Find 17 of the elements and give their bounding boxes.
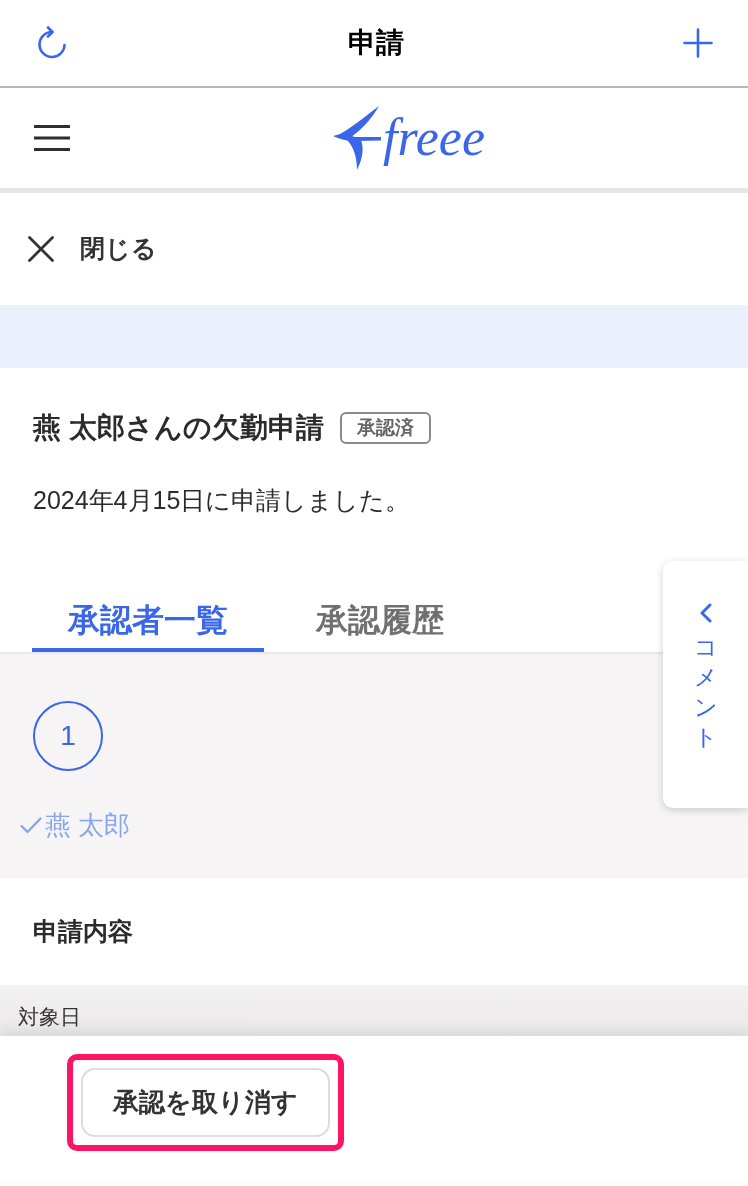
- tab[interactable]: 承認履歴: [280, 600, 480, 652]
- logo-text: freee: [383, 112, 485, 164]
- cancel-approval-button[interactable]: 承認を取り消す: [81, 1068, 330, 1137]
- status-badge: 承認済: [339, 412, 431, 444]
- submitted-date-text: 2024年4月15日に申請しました。: [33, 485, 412, 516]
- comment-tab[interactable]: コメント: [663, 561, 748, 808]
- approver-name: 燕 太郎: [45, 809, 131, 842]
- close-button[interactable]: 閉じる: [28, 230, 157, 268]
- page-title: 申請: [347, 26, 404, 60]
- close-icon: [28, 236, 54, 262]
- chevron-left-icon: [699, 603, 712, 623]
- section-heading: 申請内容: [33, 915, 133, 947]
- plus-icon[interactable]: [683, 28, 713, 58]
- request-title: 燕 太郎さんの欠勤申請: [33, 411, 324, 445]
- bird-icon: [333, 106, 381, 170]
- menu-icon[interactable]: [34, 125, 70, 151]
- field-label: 対象日: [18, 1004, 81, 1030]
